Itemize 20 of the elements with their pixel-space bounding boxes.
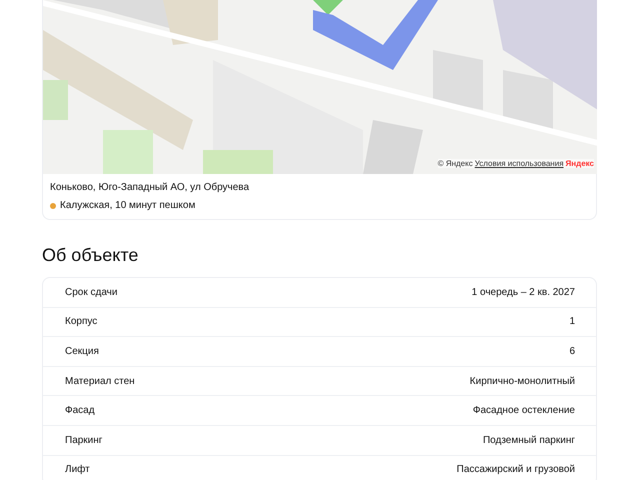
detail-label: Секция	[65, 346, 99, 357]
terms-link[interactable]: Условия использования	[474, 159, 564, 168]
detail-value: Кирпично-монолитный	[470, 376, 575, 387]
detail-value: 6	[569, 346, 575, 357]
metro-text: Калужская, 10 минут пешком	[60, 200, 196, 211]
map-logo: Яндекс	[566, 159, 594, 168]
detail-value: Подземный паркинг	[482, 434, 575, 446]
detail-label: Паркинг	[65, 434, 102, 446]
detail-value: 1 очередь – 2 кв. 2027	[472, 286, 575, 298]
detail-value: 1	[569, 316, 575, 328]
detail-label: Фасад	[65, 405, 95, 416]
map-attribution: © Яндекс	[438, 159, 473, 168]
address-text: Коньково, Юго-Западный АО, ул Обручева	[50, 182, 250, 193]
detail-label: Срок сдачи	[65, 286, 118, 298]
detail-label: Корпус	[65, 316, 98, 328]
detail-label: Материал стен	[65, 376, 135, 387]
detail-value: Пассажирский и грузовой	[456, 464, 575, 476]
detail-value: Фасадное остекление	[472, 405, 575, 416]
section-heading: Об объекте	[42, 245, 140, 266]
detail-label: Лифт	[65, 464, 90, 476]
